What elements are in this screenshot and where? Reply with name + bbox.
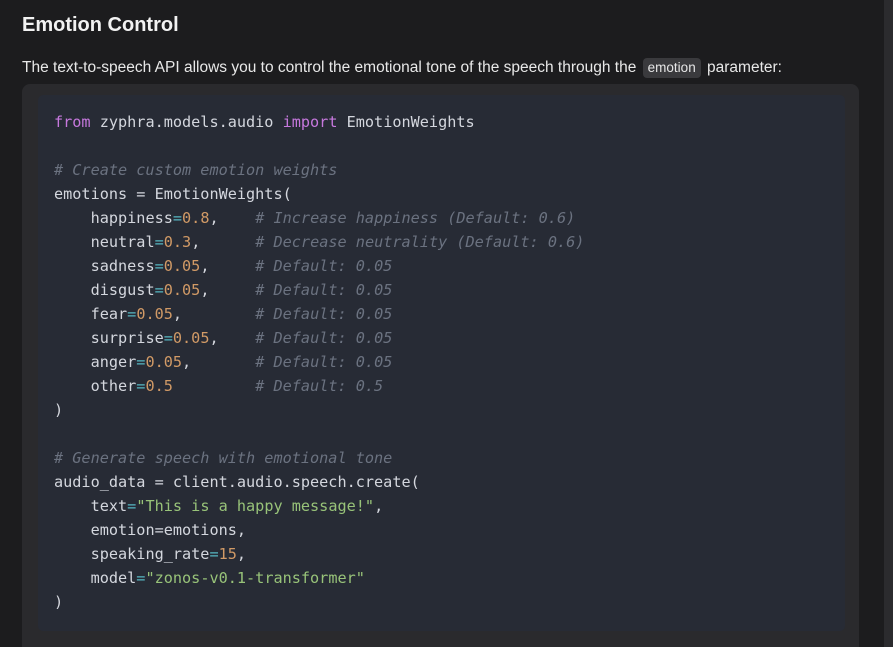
- inline-code-emotion: emotion: [642, 58, 701, 78]
- weight-param: surprise: [90, 329, 164, 347]
- weight-value: 0.05: [145, 353, 183, 371]
- weight-comment: # Increase happiness (Default: 0.6): [255, 209, 576, 227]
- keyword-from: from: [54, 113, 91, 131]
- code-line-import: from zyphra.models.audio import EmotionW…: [54, 110, 845, 134]
- equals-operator: =: [127, 305, 137, 323]
- code-line-close-paren: ): [54, 593, 64, 611]
- code-line-weight: anger=0.05, # Default: 0.05: [54, 350, 845, 374]
- code-line-weight: disgust=0.05, # Default: 0.05: [54, 278, 845, 302]
- weight-pad: [209, 281, 255, 299]
- code-line-rate-arg: speaking_rate=15,: [54, 542, 845, 566]
- equals-operator: =: [172, 209, 183, 227]
- section-heading: Emotion Control: [22, 14, 179, 36]
- code-line-close-paren: ): [54, 401, 64, 419]
- code-comment: # Generate speech with emotional tone: [54, 449, 393, 467]
- weight-comment: # Decrease neutrality (Default: 0.6): [255, 233, 585, 251]
- weight-comment: # Default: 0.05: [255, 329, 393, 347]
- weight-value: 0.8: [182, 209, 210, 227]
- weight-value: 0.05: [136, 305, 173, 323]
- weight-param: anger: [90, 353, 137, 371]
- weight-value: 0.05: [172, 329, 210, 347]
- code-line-weight: other=0.5 # Default: 0.5: [54, 374, 845, 398]
- weight-sep: ,: [182, 353, 192, 371]
- weight-comment: # Default: 0.05: [255, 257, 393, 275]
- intro-text-after: parameter:: [707, 59, 782, 76]
- arg-sep: ,: [374, 497, 384, 515]
- string-value: "zonos-v0.1-transformer": [145, 569, 365, 587]
- weight-param: fear: [90, 305, 128, 323]
- equals-operator: =: [163, 329, 173, 347]
- weight-sep: ,: [209, 329, 219, 347]
- equals-operator: =: [154, 281, 164, 299]
- keyword-import: import: [282, 113, 338, 131]
- weight-value: 0.05: [163, 281, 201, 299]
- arg-name: speaking_rate: [90, 545, 210, 563]
- code-line-weight: neutral=0.3, # Decrease neutrality (Defa…: [54, 230, 845, 254]
- code-line-weight: sadness=0.05, # Default: 0.05: [54, 254, 845, 278]
- code-line-weight: happiness=0.8, # Increase happiness (Def…: [54, 206, 845, 230]
- code-line-model-arg: model="zonos-v0.1-transformer": [54, 566, 845, 590]
- weight-comment: # Default: 0.05: [255, 353, 393, 371]
- equals-operator: =: [154, 233, 164, 251]
- code-block[interactable]: from zyphra.models.audio import EmotionW…: [38, 95, 845, 631]
- code-line-emotions-assign: emotions = EmotionWeights(: [54, 185, 292, 203]
- weight-comment: # Default: 0.05: [255, 281, 393, 299]
- weight-sep: ,: [191, 233, 201, 251]
- weight-comment: # Default: 0.5: [255, 377, 384, 395]
- weight-value: 0.5: [145, 377, 173, 395]
- weight-pad: [219, 209, 256, 227]
- intro-text-before: The text-to-speech API allows you to con…: [22, 59, 637, 76]
- weight-pad: [219, 329, 256, 347]
- right-scroll-rail: [884, 0, 893, 647]
- weight-pad: [173, 377, 255, 395]
- code-line-weight: surprise=0.05, # Default: 0.05: [54, 326, 845, 350]
- number-value: 15: [218, 545, 237, 563]
- weight-pad: [182, 305, 255, 323]
- arg-text: emotion=emotions,: [90, 521, 247, 539]
- equals-operator: =: [154, 257, 164, 275]
- arg-name: model: [90, 569, 137, 587]
- equals-operator: =: [127, 497, 137, 515]
- weight-param: sadness: [90, 257, 155, 275]
- weight-param: other: [90, 377, 137, 395]
- emotion-weights-args: happiness=0.8, # Increase happiness (Def…: [54, 206, 845, 398]
- module-path: zyphra.models.audio: [90, 113, 283, 131]
- weight-param: happiness: [90, 209, 173, 227]
- weight-pad: [209, 257, 255, 275]
- code-line-weight: fear=0.05, # Default: 0.05: [54, 302, 845, 326]
- arg-name: text: [90, 497, 128, 515]
- weight-value: 0.05: [163, 257, 201, 275]
- code-line-text-arg: text="This is a happy message!",: [54, 494, 845, 518]
- weight-comment: # Default: 0.05: [255, 305, 393, 323]
- import-name: EmotionWeights: [337, 113, 475, 131]
- weight-pad: [191, 353, 255, 371]
- string-value: "This is a happy message!": [136, 497, 375, 515]
- weight-sep: ,: [172, 305, 183, 323]
- arg-sep: ,: [236, 545, 247, 563]
- weight-value: 0.3: [163, 233, 192, 251]
- code-comment: # Create custom emotion weights: [54, 161, 338, 179]
- weight-param: neutral: [90, 233, 155, 251]
- equals-operator: =: [209, 545, 219, 563]
- code-line-emotion-arg: emotion=emotions,: [54, 518, 845, 542]
- weight-pad: [200, 233, 255, 251]
- weight-sep: ,: [209, 209, 219, 227]
- weight-param: disgust: [90, 281, 155, 299]
- code-line-create-call: audio_data = client.audio.speech.create(: [54, 473, 420, 491]
- intro-paragraph: The text-to-speech API allows you to con…: [22, 57, 782, 79]
